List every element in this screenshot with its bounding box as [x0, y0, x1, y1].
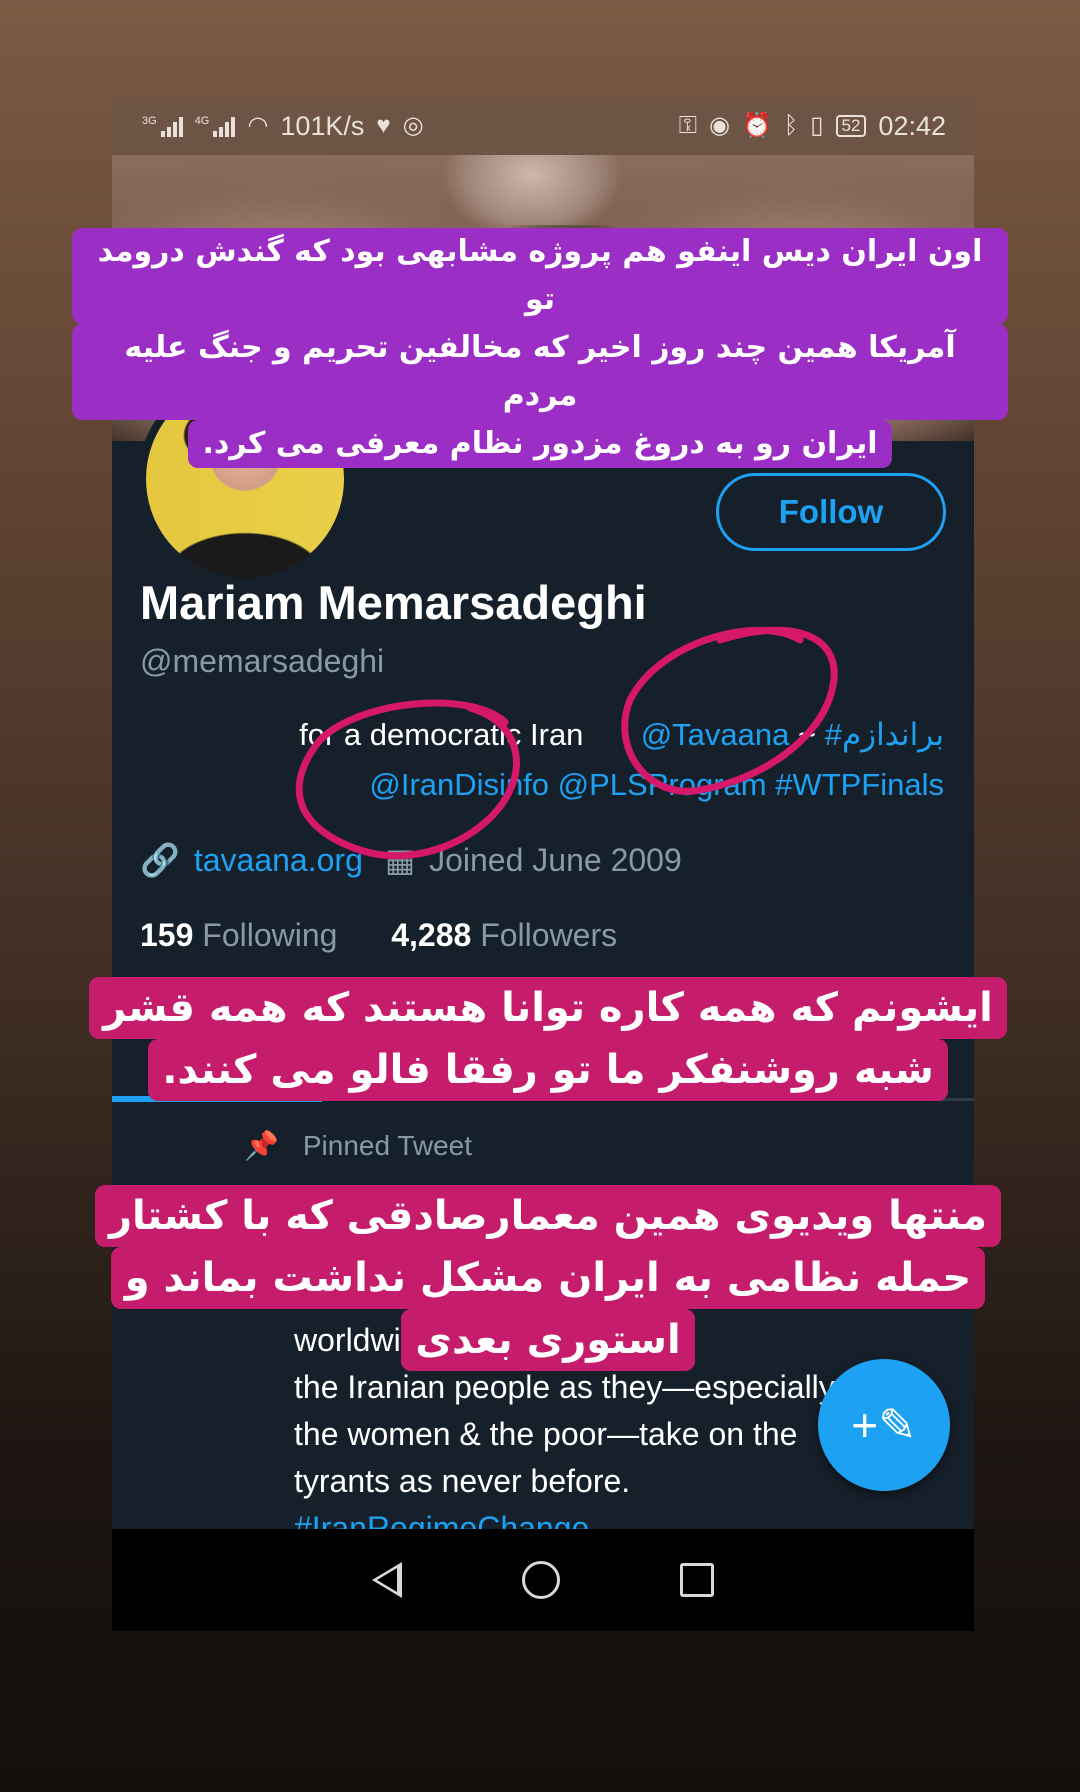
net-speed: 101K/s	[280, 110, 365, 141]
bio-line-2-links[interactable]: @IranDisinfo @PLSProgram #WTPFinals	[369, 767, 944, 803]
followers-stat[interactable]: 4,288 Followers	[391, 917, 617, 953]
signal-4g-icon: 4G	[195, 115, 236, 137]
nav-recents-icon[interactable]	[680, 1563, 714, 1597]
joined-date: Joined June 2009	[429, 841, 682, 878]
bio-line-1: for a democratic Iran @Tavaana ~ #براندا…	[299, 717, 944, 752]
link-icon: 🔗	[140, 842, 180, 878]
android-nav-bar	[112, 1529, 974, 1631]
hashtag-barandazam[interactable]: #براندازم	[825, 717, 944, 752]
wifi-icon: ◠	[247, 112, 269, 139]
nav-back-icon[interactable]	[372, 1562, 402, 1598]
caption-middle: ایشونم که همه کاره توانا هستند که همه قش…	[78, 977, 1018, 1101]
follow-stats: 159 Following 4,288 Followers	[140, 917, 617, 954]
bluetooth-icon: ᛒ	[783, 112, 799, 139]
signal-3g-icon: 3G	[142, 115, 183, 137]
mention-tavaana[interactable]: @Tavaana	[641, 717, 790, 752]
pinned-tweet-header: 📌 Pinned Tweet	[244, 1129, 473, 1162]
follow-button[interactable]: Follow	[716, 473, 946, 551]
profile-meta: 🔗 tavaana.org ▦ Joined June 2009	[140, 841, 682, 879]
calendar-icon: ▦	[384, 842, 416, 878]
health-icon: ♥	[376, 112, 391, 139]
alarm-icon: ⏰	[741, 112, 772, 139]
caption-bottom: منتها ویدیوی همین معمارصادقی که با کشتار…	[78, 1185, 1018, 1371]
following-stat[interactable]: 159 Following	[140, 917, 337, 953]
profile-handle: @memarsadeghi	[140, 643, 385, 679]
pin-icon: 📌	[244, 1130, 279, 1161]
battery-icon: 52	[835, 115, 867, 137]
website-link[interactable]: tavaana.org	[194, 842, 363, 879]
nav-home-icon[interactable]	[522, 1561, 560, 1599]
profile-name: Mariam Memarsadeghi	[140, 576, 647, 629]
status-bar: 3G 4G ◠ 101K/s ♥ ◎ ⚿ ◉ ⏰ ᛒ ▯ 52 02:42	[112, 97, 974, 155]
key-icon: ⚿	[678, 112, 698, 139]
compose-tweet-icon[interactable]: +✎	[818, 1359, 950, 1491]
caption-top: اون ایران دیس اینفو هم پروژه مشابهی بود …	[72, 228, 1008, 468]
vibrate-icon: ▯	[810, 112, 824, 139]
eye-icon: ◉	[709, 112, 730, 139]
clock: 02:42	[878, 110, 946, 141]
instagram-icon: ◎	[402, 112, 424, 139]
